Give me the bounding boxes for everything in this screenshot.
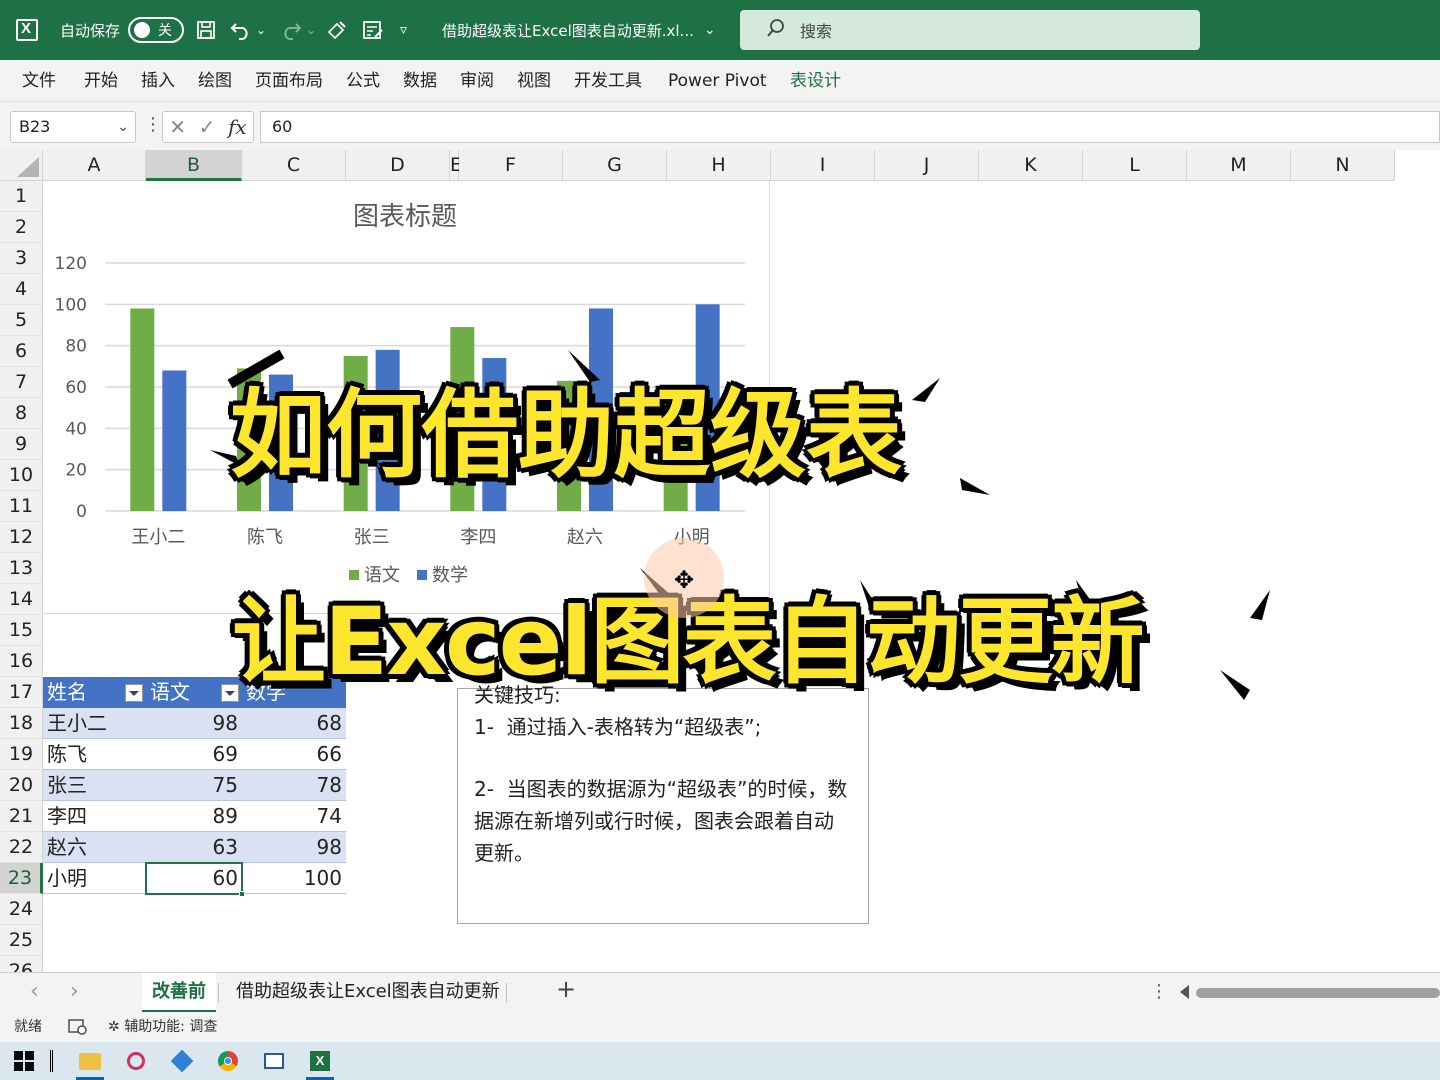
document-title[interactable]: 借助超级表让Excel图表自动更新.xl... ⌄: [442, 0, 716, 60]
file-explorer-icon[interactable]: [70, 1046, 110, 1080]
autosave-label: 自动保存: [60, 21, 121, 40]
search-placeholder: 搜索: [800, 22, 833, 41]
save-icon[interactable]: [196, 0, 216, 60]
excel-window: 自动保存 关 ⌄ ⌄ ▿ 借助超级表让Excel图表自动更新.xl... ⌄: [0, 0, 1440, 1080]
chevron-down-icon: ⌄: [117, 119, 129, 135]
name-box[interactable]: B23 ⌄: [10, 111, 136, 143]
sheet-tabs-bar: ‹ › 改善前 借助超级表让Excel图表自动更新 + ⋮: [0, 972, 1440, 1013]
enter-icon[interactable]: ✓: [199, 115, 216, 139]
macro-record-icon[interactable]: [68, 1012, 88, 1042]
autosave-state: 关: [158, 23, 172, 39]
formula-input[interactable]: 60: [260, 111, 1440, 143]
formula-bar: B23 ⌄ ⋮ ✕ ✓ fx 60: [0, 102, 1440, 150]
windows-taskbar: X: [0, 1042, 1440, 1080]
name-box-value: B23: [19, 117, 51, 136]
title-bar: 自动保存 关 ⌄ ⌄ ▿ 借助超级表让Excel图表自动更新.xl... ⌄: [0, 0, 1440, 60]
redo-icon[interactable]: [280, 0, 302, 60]
status-ready: 就绪: [14, 1019, 42, 1035]
undo-dropdown-icon[interactable]: ⌄: [256, 0, 266, 60]
sheet-tab-auto-update[interactable]: 借助超级表让Excel图表自动更新: [226, 973, 510, 1013]
add-sheet-icon[interactable]: +: [556, 975, 576, 1003]
caption-line-1: 如何借助超级表: [230, 379, 902, 491]
redo-dropdown-icon[interactable]: ⌄: [306, 0, 316, 60]
tab-draw[interactable]: 绘图: [198, 60, 232, 102]
autosave-toggle[interactable]: 关: [128, 0, 184, 60]
tab-view[interactable]: 视图: [517, 60, 551, 102]
taskbar-separator-icon: [36, 1046, 66, 1076]
tab-formulas[interactable]: 公式: [346, 60, 380, 102]
customize-toolbar-icon[interactable]: ▿: [400, 0, 407, 60]
accessibility-status[interactable]: ✲ 辅助功能: 调查: [108, 1012, 217, 1042]
sheet-tab-before[interactable]: 改善前: [142, 973, 216, 1013]
chrome-icon[interactable]: [208, 1046, 248, 1076]
tab-data[interactable]: 数据: [403, 60, 437, 102]
formula-tools: ✕ ✓ fx: [162, 111, 254, 143]
prev-sheet-icon[interactable]: ‹: [30, 979, 39, 1004]
search-box[interactable]: 搜索: [740, 10, 1200, 50]
tab-review[interactable]: 审阅: [460, 60, 494, 102]
more-options-icon[interactable]: ⋮: [1150, 981, 1168, 1002]
tab-file[interactable]: 文件: [22, 60, 56, 102]
next-sheet-icon[interactable]: ›: [70, 979, 79, 1004]
snipping-tool-icon[interactable]: [116, 1046, 156, 1076]
status-bar: 就绪 ✲ 辅助功能: 调查: [0, 1012, 1440, 1042]
excel-logo-icon: [16, 0, 44, 60]
more-options-icon[interactable]: ⋮: [144, 114, 162, 135]
chevron-down-icon: ⌄: [703, 22, 716, 38]
tab-developer[interactable]: 开发工具: [574, 60, 642, 102]
remote-app-icon[interactable]: [162, 1046, 202, 1076]
excel-taskbar-icon[interactable]: X: [300, 1046, 340, 1080]
accessibility-text: 辅助功能: 调查: [124, 1019, 218, 1035]
move-cursor-icon: ✥: [674, 566, 695, 594]
tab-table-design[interactable]: 表设计: [790, 60, 841, 102]
ribbon-tabs: 文件 开始 插入 绘图 页面布局 公式 数据 审阅 视图 开发工具 Power …: [0, 60, 1440, 102]
format-painter-icon[interactable]: [326, 0, 348, 60]
form-icon[interactable]: [362, 0, 384, 60]
worksheet-grid[interactable]: ABCDEFGHIJKLMN 1 2 3 4 5 6 7 8 9 10 11 12 13 14 15 16 17…: [0, 150, 1440, 972]
accessibility-icon: ✲: [108, 1019, 120, 1035]
cancel-icon[interactable]: ✕: [169, 115, 186, 139]
tab-home[interactable]: 开始: [84, 60, 118, 102]
document-title-text: 借助超级表让Excel图表自动更新.xl...: [442, 21, 694, 40]
insert-function-icon[interactable]: fx: [228, 115, 247, 139]
search-icon: [766, 18, 786, 43]
horizontal-scrollbar[interactable]: [1196, 988, 1440, 998]
tab-page-layout[interactable]: 页面布局: [255, 60, 323, 102]
tab-insert[interactable]: 插入: [141, 60, 175, 102]
windows-logo-icon: [14, 1051, 34, 1071]
window-app-icon[interactable]: [254, 1046, 294, 1076]
undo-icon[interactable]: [230, 0, 252, 60]
tab-power-pivot[interactable]: Power Pivot: [668, 60, 767, 102]
scroll-left-icon[interactable]: [1180, 985, 1189, 999]
